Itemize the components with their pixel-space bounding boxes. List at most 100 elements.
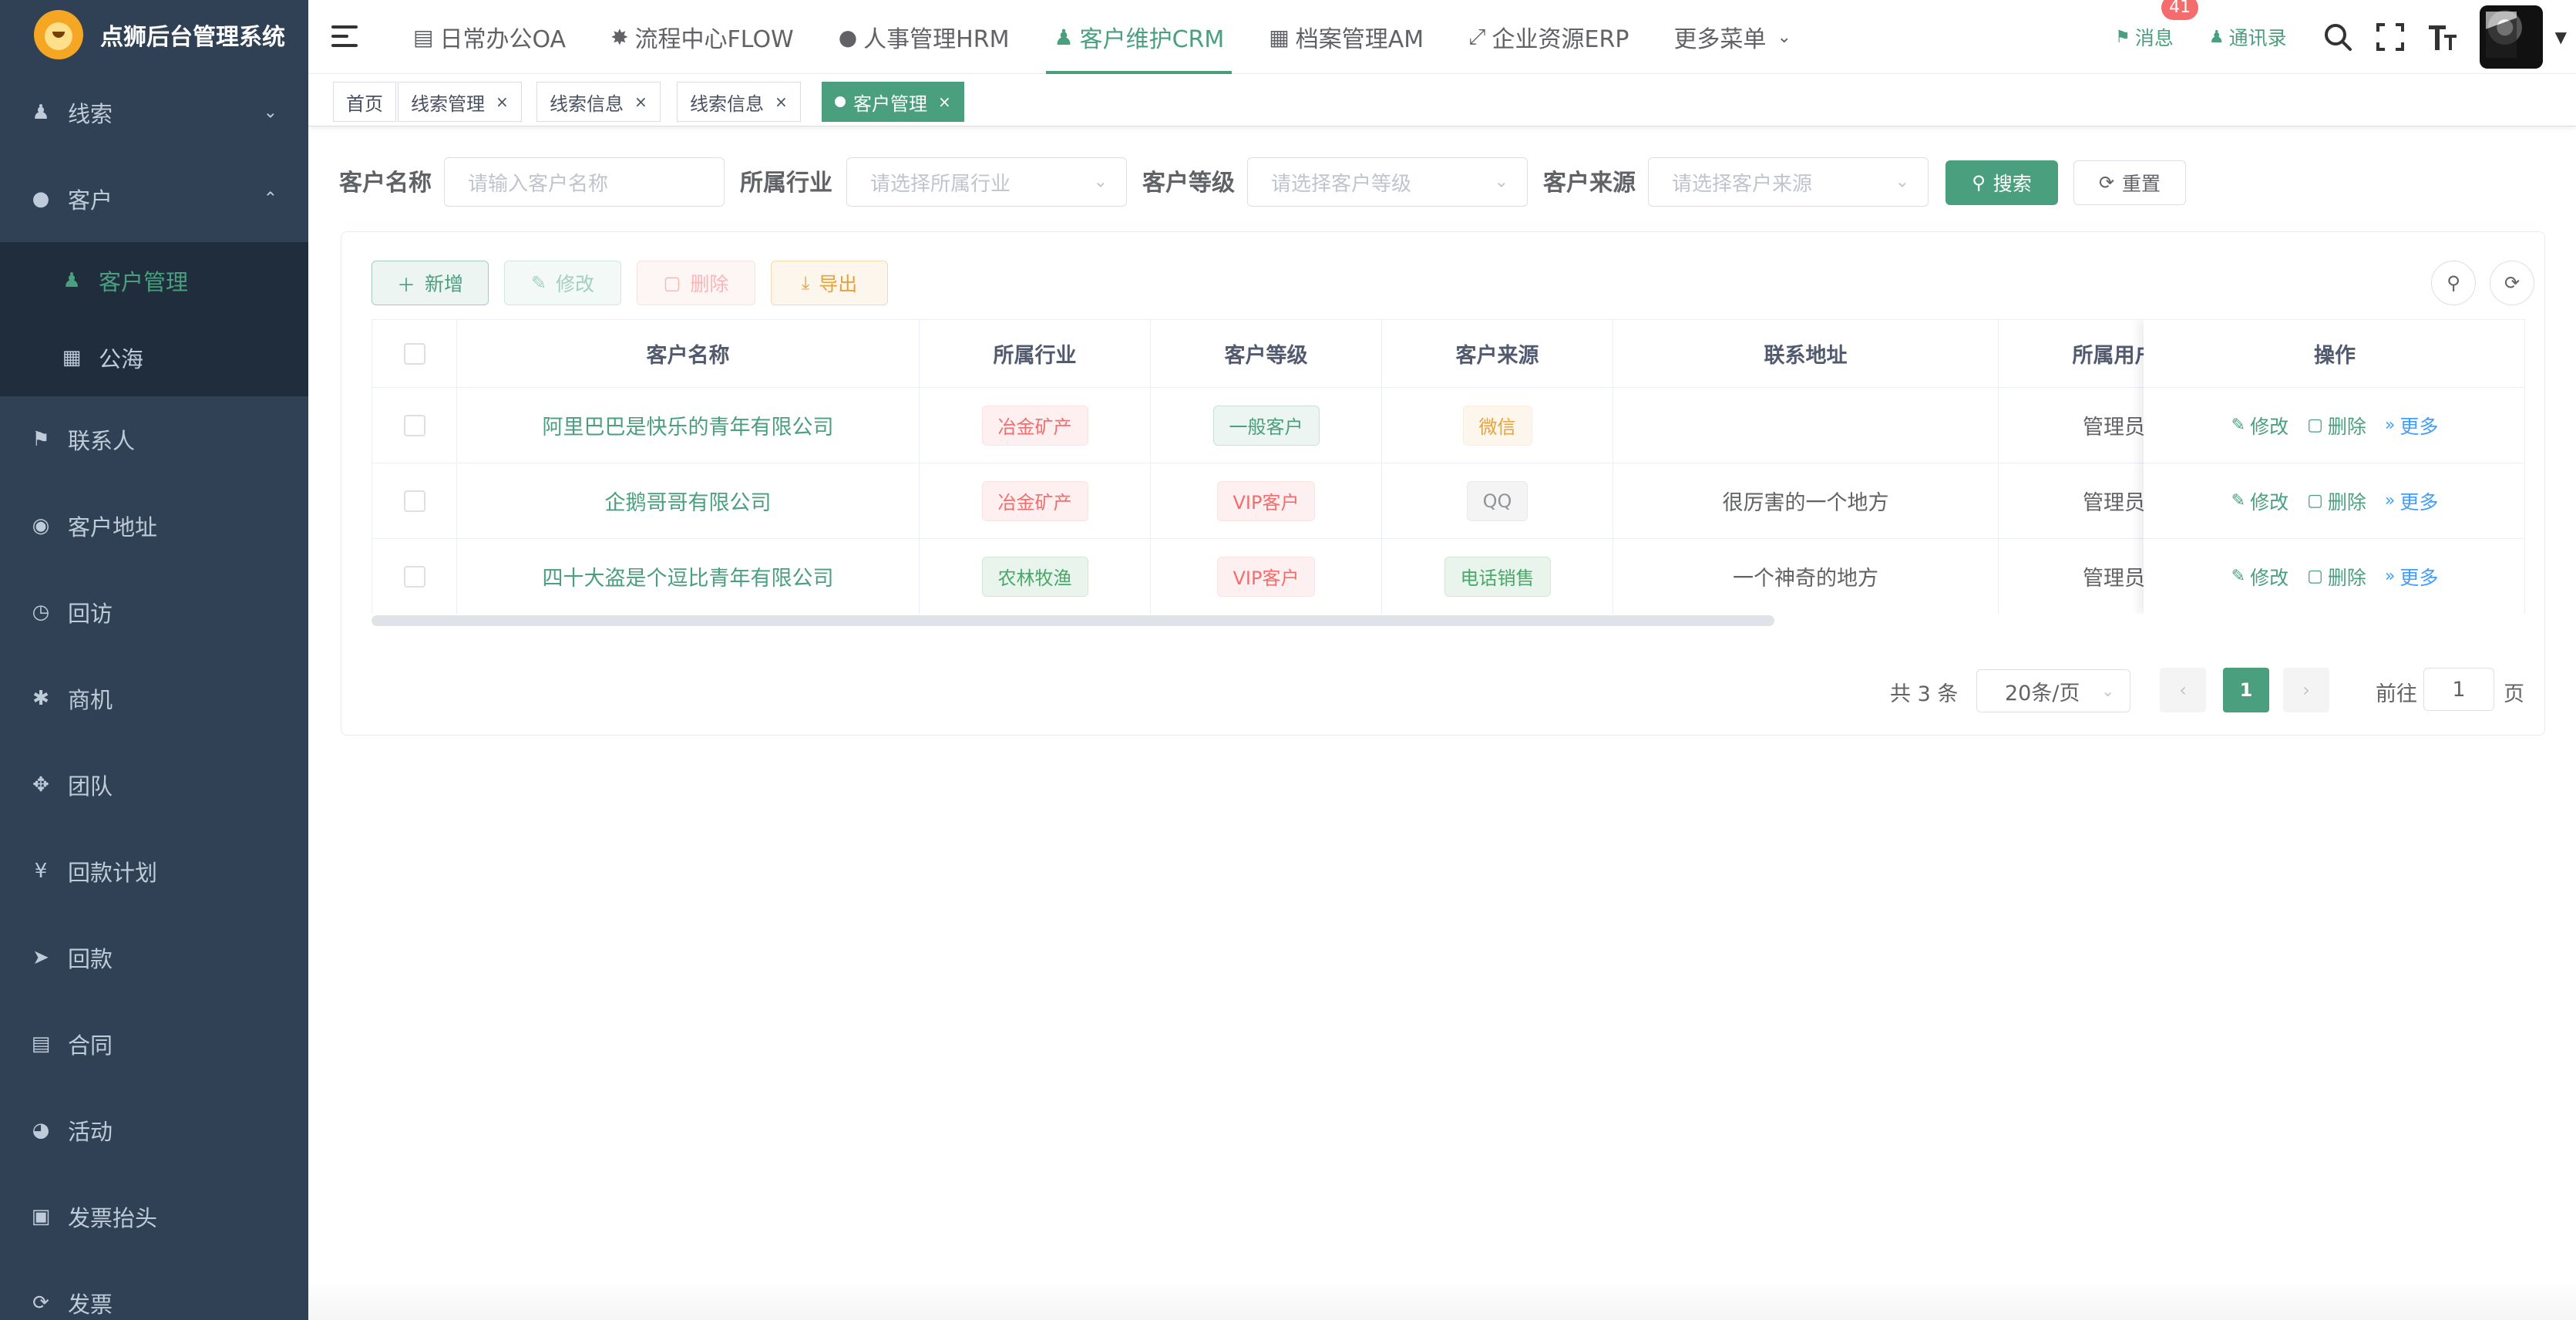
sidebar-item-contracts[interactable]: ▤ 合同 [0,1001,308,1087]
sidebar-item-team[interactable]: ✥ 团队 [0,742,308,828]
row-delete-link[interactable]: ▢ 删除 [2307,563,2366,591]
search-button-label: 搜索 [1993,173,2032,195]
avatar[interactable] [2479,5,2543,69]
customer-name-cell[interactable]: 阿里巴巴是快乐的青年有限公司 [457,388,920,463]
topnav-crm[interactable]: ♟ 客户维护CRM [1046,0,1233,74]
user-icon: ♟ [2208,27,2225,47]
topnav-am[interactable]: ▦ 档案管理AM [1261,0,1431,74]
industry-select[interactable]: 请选择所属行业 ⌄ [846,157,1127,207]
sidebar-item-customer-management[interactable]: ♟ 客户管理 [0,242,308,319]
contacts-link[interactable]: ♟ 通讯录 [2209,23,2287,51]
tag-label: 线索管理 [411,93,485,115]
tag-customer-management[interactable]: 客户管理 × [822,82,964,122]
prev-page-button[interactable]: ‹ [2160,668,2206,712]
sidebar-item-label: 发票 [68,1291,113,1318]
export-button[interactable]: ⤓ 导出 [771,261,888,305]
search-button[interactable]: ⚲ 搜索 [1945,160,2058,205]
row-delete-link[interactable]: ▢ 删除 [2307,412,2366,439]
action-label: 更多 [2399,415,2439,438]
pagination-total: 共 3 条 [1890,682,1959,706]
close-icon[interactable]: × [775,93,788,111]
topnav-oa[interactable]: ▤ 日常办公OA [405,0,573,74]
reset-button[interactable]: ⟳ 重置 [2073,160,2186,205]
next-page-button[interactable]: › [2283,668,2329,712]
tag-leads-info[interactable]: 线索信息 × [536,82,661,122]
row-checkbox[interactable] [403,414,425,436]
sidebar-item-invoices[interactable]: ⟳ 发票 [0,1260,308,1320]
goto-page-input[interactable]: 1 [2423,668,2494,711]
edit-button[interactable]: ✎ 修改 [504,261,621,305]
customer-name-cell[interactable]: 四十大盗是个逗比青年有限公司 [457,539,920,614]
close-icon[interactable]: × [634,93,647,111]
double-chevron-right-icon: » [2384,416,2396,435]
sidebar-item-payments[interactable]: ➤ 回款 [0,914,308,1001]
topnav-hrm[interactable]: ● 人事管理HRM [831,0,1017,74]
sidebar-item-label: 公海 [99,346,144,372]
column-header[interactable]: 客户等级 [1151,320,1382,388]
row-checkbox[interactable] [403,490,425,512]
search-icon[interactable] [2322,22,2353,52]
sidebar-item-contacts[interactable]: ⚑ 联系人 [0,396,308,483]
page-number-button[interactable]: 1 [2223,668,2269,712]
sidebar-item-public-pool[interactable]: ▦ 公海 [0,319,308,396]
industry-tag: 冶金矿产 [981,480,1088,521]
sidebar-item-follow-up[interactable]: ◷ 回访 [0,569,308,655]
search-icon: ⚲ [2447,272,2460,294]
sidebar-item-invoice-titles[interactable]: ▣ 发票抬头 [0,1174,308,1260]
row-more-link[interactable]: » 更多 [2385,563,2438,591]
chevron-down-icon: ⌄ [2101,682,2114,700]
table-horizontal-scrollbar[interactable] [372,615,1774,626]
page-size-select[interactable]: 20条/页 ⌄ [1976,669,2130,712]
column-header[interactable]: 所属行业 [920,320,1151,388]
sidebar-item-customer-address[interactable]: ◉ 客户地址 [0,483,308,569]
hamburger-icon[interactable] [331,23,358,49]
topnav-label: 企业资源ERP [1491,26,1629,53]
row-more-link[interactable]: » 更多 [2385,412,2438,439]
row-checkbox[interactable] [403,565,425,588]
row-edit-link[interactable]: ✎ 修改 [2231,563,2288,591]
column-header[interactable]: 客户来源 [1382,320,1613,388]
refresh-table-button[interactable]: ⟳ [2490,261,2534,305]
plus-icon: ＋ [396,274,415,296]
sidebar-item-leads[interactable]: ♟ 线索 ⌄ [0,69,308,156]
messages-link[interactable]: ⚑ 消息 41 [2115,0,2199,51]
level-select[interactable]: 请选择客户等级 ⌄ [1247,157,1528,207]
clock-icon: ◷ [32,601,50,624]
sidebar-item-payment-plan[interactable]: ¥ 回款计划 [0,828,308,914]
topnav-erp[interactable]: ⤢ 企业资源ERP [1461,0,1636,74]
fullscreen-icon[interactable] [2375,22,2406,52]
delete-button[interactable]: ▢ 删除 [637,261,755,305]
close-icon[interactable]: × [938,93,951,111]
toggle-search-button[interactable]: ⚲ [2431,261,2476,305]
topnav-flow[interactable]: ✸ 流程中心FLOW [603,0,802,74]
row-more-link[interactable]: » 更多 [2385,487,2438,515]
customer-name-cell[interactable]: 企鹅哥哥有限公司 [457,463,920,539]
topnav-label: 日常办公OA [439,26,567,53]
topnav-more[interactable]: 更多菜单 ⌄ [1666,0,1804,74]
column-header[interactable]: 联系地址 [1613,320,1999,388]
source-select[interactable]: 请选择客户来源 ⌄ [1648,157,1929,207]
edit-icon: ✎ [2231,491,2246,510]
globe-icon: ◉ [32,514,50,537]
sidebar-item-customers[interactable]: ● 客户 ⌃ [0,156,308,242]
sidebar-item-activities[interactable]: ◕ 活动 [0,1087,308,1174]
caret-down-icon[interactable]: ▼ [2555,28,2567,46]
customer-name-input[interactable]: 请输入客户名称 [444,157,725,207]
tag-leads-info-2[interactable]: 线索信息 × [677,82,801,122]
action-label: 删除 [2327,490,2366,514]
row-edit-link[interactable]: ✎ 修改 [2231,487,2288,515]
select-all-checkbox[interactable] [403,342,425,365]
customers-submenu: ♟ 客户管理 ▦ 公海 [0,242,308,396]
row-edit-link[interactable]: ✎ 修改 [2231,412,2288,439]
add-button[interactable]: ＋ 新增 [372,261,489,305]
source-tag: 电话销售 [1444,556,1551,597]
sidebar: 点狮后台管理系统 ♟ 线索 ⌄ ● 客户 ⌃ ♟ 客户管理 ▦ 公海 ⚑ 联系人… [0,0,308,1320]
sidebar-item-opportunities[interactable]: ✱ 商机 [0,655,308,742]
tag-leads-management[interactable]: 线索管理 × [398,82,522,122]
logo[interactable]: 点狮后台管理系统 [0,0,308,69]
font-size-icon[interactable] [2427,22,2458,52]
close-icon[interactable]: × [496,93,509,111]
column-header[interactable]: 客户名称 [457,320,920,388]
row-delete-link[interactable]: ▢ 删除 [2307,487,2366,515]
tag-home[interactable]: 首页 [333,82,396,122]
